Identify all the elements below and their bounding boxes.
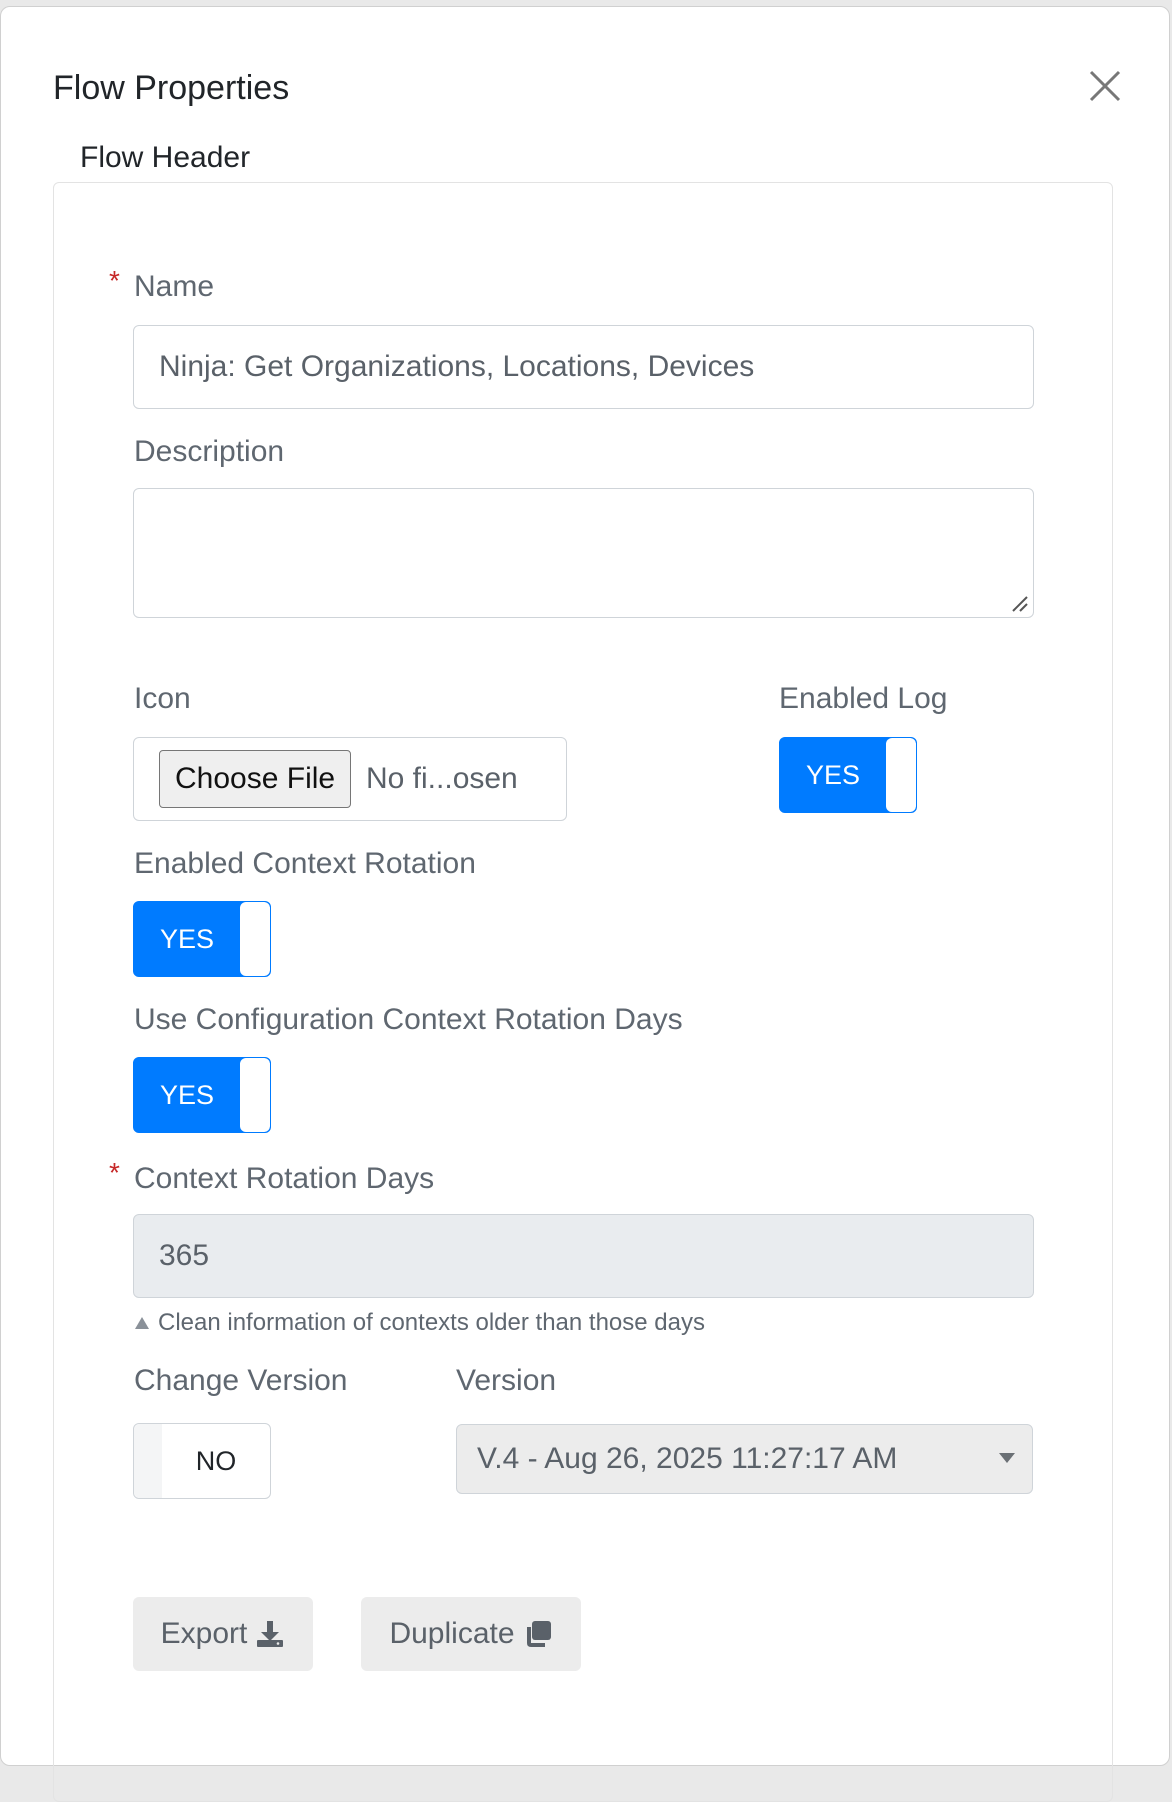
description-label: Description [134,435,285,468]
dialog-title: Flow Properties [53,69,290,107]
enabled-log-label: Enabled Log [779,682,948,715]
copy-icon [526,1621,551,1647]
warning-triangle-icon [135,1317,149,1329]
required-mark: * [109,265,120,296]
version-label: Version [456,1364,557,1397]
version-selected-value: V.4 - Aug 26, 2025 11:27:17 AM [477,1442,898,1475]
context-rotation-hint-text: Clean information of contexts older than… [158,1309,705,1336]
download-icon [257,1621,284,1647]
toggle-knob [886,738,916,812]
toggle-knob [240,1058,270,1132]
icon-file-input[interactable]: Choose File No fi...osen [133,737,567,821]
flow-header-legend: Flow Header [78,141,253,175]
toggle-state-label: YES [159,923,215,954]
name-input-value: Ninja: Get Organizations, Locations, Dev… [159,350,755,383]
change-version-label: Change Version [134,1364,348,1397]
toggle-state-label: YES [159,1079,215,1110]
name-input[interactable]: Ninja: Get Organizations, Locations, Dev… [133,325,1034,409]
flow-header-fieldset [53,182,1113,1802]
duplicate-button-label: Duplicate [389,1617,515,1650]
toggle-state-label: YES [805,759,861,790]
context-rotation-days-value: 365 [159,1239,210,1272]
change-version-toggle[interactable]: NO [133,1423,271,1499]
duplicate-button[interactable]: Duplicate [361,1597,581,1671]
export-button[interactable]: Export [133,1597,313,1671]
required-mark: * [109,1157,120,1188]
use-config-rotation-days-toggle[interactable]: YES [133,1057,271,1133]
export-button-label: Export [160,1617,248,1650]
close-icon[interactable] [1088,69,1122,103]
context-rotation-hint: Clean information of contexts older than… [134,1309,705,1337]
enabled-context-rotation-label: Enabled Context Rotation [134,847,476,880]
resize-grip-icon[interactable] [1009,593,1029,613]
toggle-knob [240,902,270,976]
use-config-rotation-days-label: Use Configuration Context Rotation Days [134,1003,683,1036]
description-textarea[interactable] [133,488,1034,618]
version-select[interactable]: V.4 - Aug 26, 2025 11:27:17 AM [456,1424,1033,1494]
name-label: Name [134,270,215,303]
caret-down-icon [999,1453,1015,1463]
file-name-text: No fi...osen [366,762,518,795]
toggle-state-label: NO [195,1445,237,1476]
icon-label: Icon [134,682,191,715]
enabled-context-rotation-toggle[interactable]: YES [133,901,271,977]
choose-file-button[interactable]: Choose File [159,750,352,808]
enabled-log-toggle[interactable]: YES [779,737,917,813]
toggle-knob [134,1424,162,1498]
flow-properties-dialog: Flow Properties Flow Header * Name Ninja… [0,6,1170,1802]
context-rotation-days-input: 365 [133,1214,1034,1298]
context-rotation-days-label: Context Rotation Days [134,1162,435,1195]
